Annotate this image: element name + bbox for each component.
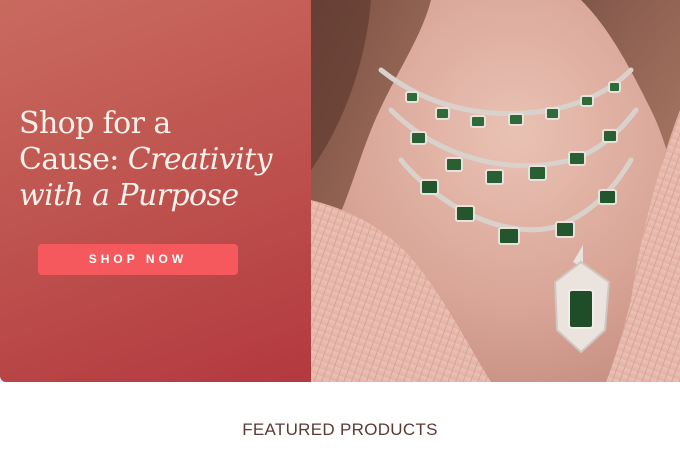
hero-title-line3: with a Purpose [19, 178, 239, 213]
necklace-illustration [311, 0, 680, 382]
hero-title-accent: Creativity [127, 142, 273, 177]
hero-title: Shop for a Cause: Creativity with a Purp… [19, 106, 311, 214]
hero-text-panel: Shop for a Cause: Creativity with a Purp… [0, 0, 312, 382]
hero-banner: Shop for a Cause: Creativity with a Purp… [0, 0, 680, 382]
hero-title-line1: Shop for a [19, 106, 171, 141]
necklace-photo [311, 0, 680, 382]
shop-now-button[interactable]: SHOP NOW [38, 244, 238, 275]
page: Shop for a Cause: Creativity with a Purp… [0, 0, 680, 459]
featured-products-heading: FEATURED PRODUCTS [242, 420, 438, 439]
hero-title-line2: Cause: [19, 142, 128, 177]
